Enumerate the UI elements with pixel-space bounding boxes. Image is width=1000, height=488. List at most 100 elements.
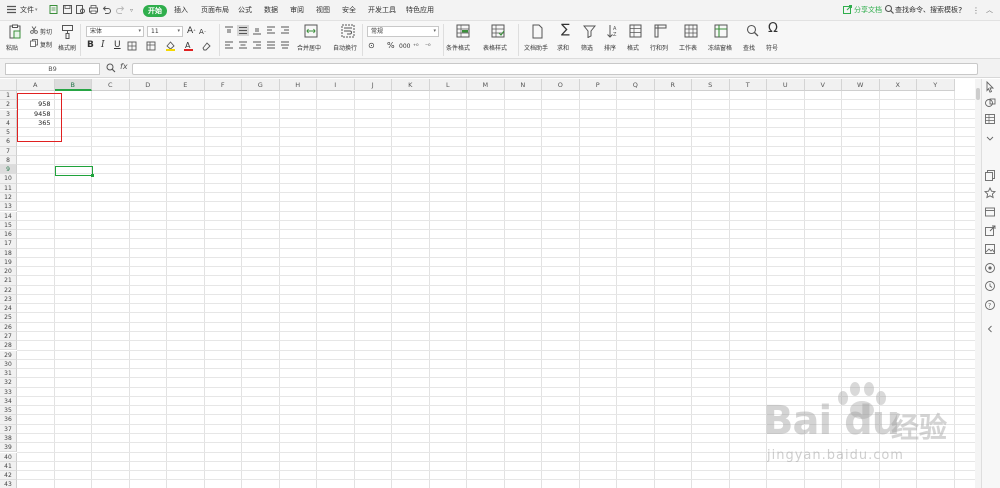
merge-center-button[interactable]: 合并居中 xyxy=(297,43,321,52)
symbol-icon[interactable]: Ω xyxy=(768,22,778,35)
border-icon[interactable] xyxy=(127,41,137,51)
column-header-i[interactable]: I xyxy=(317,79,355,91)
dropdown-icon[interactable] xyxy=(984,132,996,144)
tab-security[interactable]: 安全 xyxy=(342,0,356,21)
redo-icon[interactable] xyxy=(115,4,126,15)
share-icon[interactable] xyxy=(842,4,853,15)
row-header-22[interactable]: 22 xyxy=(0,285,17,295)
decrease-decimal-icon[interactable]: ⁻⁰ xyxy=(425,41,431,52)
column-header-j[interactable]: J xyxy=(354,79,392,91)
currency-icon[interactable]: ⊙ xyxy=(368,40,375,51)
row-header-28[interactable]: 28 xyxy=(0,341,17,351)
bold-button[interactable]: B xyxy=(87,40,94,51)
cell-style-icon[interactable] xyxy=(146,41,156,51)
row-header-6[interactable]: 6 xyxy=(0,137,17,147)
align-left-icon[interactable] xyxy=(224,41,234,50)
fill-color-icon[interactable] xyxy=(165,40,176,51)
row-header-4[interactable]: 4 xyxy=(0,118,17,128)
select-cursor-icon[interactable] xyxy=(984,81,996,93)
select-all-corner[interactable] xyxy=(0,79,17,91)
export-icon[interactable] xyxy=(984,225,996,237)
share-document-link[interactable]: 分享文档 xyxy=(854,0,882,21)
justify-icon[interactable] xyxy=(266,41,276,50)
column-header-d[interactable]: D xyxy=(129,79,167,91)
row-header-30[interactable]: 30 xyxy=(0,359,17,370)
zoom-icon[interactable] xyxy=(106,63,116,73)
row-header-16[interactable]: 16 xyxy=(0,230,17,240)
column-header-o[interactable]: O xyxy=(542,79,580,91)
collapse-ribbon-icon[interactable]: ︿ xyxy=(986,0,993,21)
sort-icon[interactable]: AZ xyxy=(606,24,619,38)
sum-button[interactable]: 求和 xyxy=(557,43,569,52)
fx-icon[interactable]: fx xyxy=(120,62,128,71)
column-header-c[interactable]: C xyxy=(92,79,130,91)
conditional-format-button[interactable]: 条件格式 xyxy=(446,43,470,52)
font-size-select[interactable]: 11 ▾ xyxy=(147,26,183,37)
tab-special-apps[interactable]: 特色应用 xyxy=(406,0,434,21)
cut-button[interactable]: 剪切 xyxy=(40,27,52,36)
row-header-33[interactable]: 33 xyxy=(0,387,17,397)
row-header-12[interactable]: 12 xyxy=(0,192,17,203)
font-color-icon[interactable]: A xyxy=(183,40,194,51)
tab-home[interactable]: 开始 xyxy=(143,5,167,17)
column-header-n[interactable]: N xyxy=(504,79,542,91)
column-header-u[interactable]: U xyxy=(767,79,805,91)
fill-handle[interactable] xyxy=(91,174,94,177)
column-header-p[interactable]: P xyxy=(579,79,617,91)
save-icon[interactable] xyxy=(62,4,73,15)
sum-icon[interactable]: ∑ xyxy=(561,23,570,36)
print-icon[interactable] xyxy=(88,4,99,15)
column-header-q[interactable]: Q xyxy=(617,79,655,91)
tab-data[interactable]: 数据 xyxy=(264,0,278,21)
row-header-29[interactable]: 29 xyxy=(0,350,17,360)
active-cell-selection[interactable] xyxy=(55,166,93,176)
align-top-icon[interactable] xyxy=(224,26,234,35)
symbol-button[interactable]: 符号 xyxy=(766,43,778,52)
row-header-40[interactable]: 40 xyxy=(0,452,17,462)
column-header-m[interactable]: M xyxy=(467,79,505,91)
format-icon[interactable] xyxy=(629,24,642,38)
row-header-41[interactable]: 41 xyxy=(0,461,17,471)
copy-docs-icon[interactable] xyxy=(984,169,996,181)
filter-icon[interactable] xyxy=(583,25,596,38)
row-header-1[interactable]: 1 xyxy=(0,91,17,101)
number-format-select[interactable]: 常规 ▾ xyxy=(367,26,439,37)
merge-center-icon[interactable] xyxy=(304,24,318,38)
copy-button[interactable]: 复制 xyxy=(40,40,52,49)
column-header-e[interactable]: E xyxy=(167,79,205,91)
column-header-v[interactable]: V xyxy=(804,79,842,91)
row-header-19[interactable]: 19 xyxy=(0,257,17,268)
column-header-g[interactable]: G xyxy=(242,79,280,91)
row-header-37[interactable]: 37 xyxy=(0,424,17,434)
star-icon[interactable] xyxy=(984,187,996,199)
format-painter-icon[interactable] xyxy=(61,24,74,40)
row-header-23[interactable]: 23 xyxy=(0,294,17,305)
row-header-36[interactable]: 36 xyxy=(0,415,17,425)
column-header-y[interactable]: Y xyxy=(917,79,955,91)
file-menu[interactable]: 文件 xyxy=(20,0,34,21)
row-header-15[interactable]: 15 xyxy=(0,220,17,230)
worksheet-button[interactable]: 工作表 xyxy=(679,43,697,52)
copy-icon[interactable] xyxy=(30,39,38,47)
row-header-21[interactable]: 21 xyxy=(0,276,17,286)
undo-icon[interactable] xyxy=(101,4,112,15)
row-header-10[interactable]: 10 xyxy=(0,174,17,184)
freeze-panes-button[interactable]: 冻结窗格 xyxy=(708,43,732,52)
help-icon[interactable]: ? xyxy=(984,299,996,311)
column-header-b[interactable]: B xyxy=(54,79,92,91)
row-header-5[interactable]: 5 xyxy=(0,128,17,138)
conditional-format-icon[interactable] xyxy=(456,24,470,38)
column-header-w[interactable]: W xyxy=(842,79,880,91)
row-header-24[interactable]: 24 xyxy=(0,304,17,314)
increase-decimal-icon[interactable]: ⁺⁰ xyxy=(413,41,419,52)
column-header-x[interactable]: X xyxy=(879,79,917,91)
row-header-35[interactable]: 35 xyxy=(0,406,17,416)
find-icon[interactable] xyxy=(746,24,759,37)
row-header-2[interactable]: 2 xyxy=(0,100,17,110)
quick-access-chevron-icon[interactable]: ▿ xyxy=(130,0,133,21)
new-doc-icon[interactable] xyxy=(48,4,59,15)
command-search[interactable]: 查找命令、搜索模板 xyxy=(895,0,958,21)
row-header-38[interactable]: 38 xyxy=(0,433,17,444)
worksheet-icon[interactable] xyxy=(684,24,698,38)
row-header-32[interactable]: 32 xyxy=(0,378,17,388)
